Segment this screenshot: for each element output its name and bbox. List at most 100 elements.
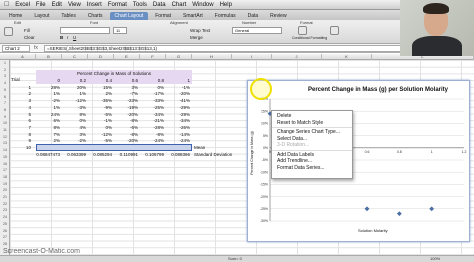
row-number[interactable]: 25 [0, 222, 10, 226]
cursor-highlight [250, 78, 272, 100]
fx-icon[interactable]: fx [34, 45, 38, 51]
menu-item-edit[interactable]: Edit [52, 2, 62, 8]
styles-icon[interactable] [330, 26, 339, 35]
row-number[interactable]: 27 [0, 235, 10, 239]
sum-readout: Sum= 0 [228, 256, 242, 261]
presenter-body [412, 36, 462, 56]
x-tick-label: 0.6 [365, 150, 370, 154]
mean-label[interactable]: Mean [194, 144, 205, 151]
conditional-formatting-label[interactable]: Conditional Formatting [292, 36, 327, 40]
row-number[interactable]: 26 [0, 229, 10, 233]
clear-button[interactable]: Clear [24, 35, 35, 40]
apple-menu-icon[interactable]:  [4, 1, 9, 8]
row-number[interactable]: 6 [0, 95, 10, 99]
bold-icon[interactable]: B [60, 35, 63, 40]
std-cell[interactable]: 0.063399 [62, 151, 86, 158]
row-headers: 1 2 3 4 5 6 7 8 9 10 11 12 13 14 15 16 17 18 19 20 21 22 23 24 2… [0, 60, 10, 256]
row-number[interactable]: 8 [0, 108, 10, 112]
tab-tables[interactable]: Tables [56, 12, 80, 20]
std-cell[interactable]: 0.088366 [166, 151, 190, 158]
zoom-level[interactable]: 100% [430, 256, 440, 261]
row-number[interactable]: 3 [0, 74, 10, 78]
row-number[interactable]: 13 [0, 141, 10, 145]
chart-title[interactable]: Percent Change in Mass (g) per Solution … [288, 87, 468, 93]
tab-formulas[interactable]: Formulas [210, 12, 241, 20]
menu-item-file[interactable]: File [36, 2, 46, 8]
row-number[interactable]: 11 [0, 128, 10, 132]
row-number[interactable]: 7 [0, 101, 10, 105]
font-size-select[interactable]: 11 [113, 27, 127, 34]
std-label[interactable]: Standard Deviation [194, 151, 232, 158]
group-label-number: Number [242, 20, 257, 25]
y-axis-title[interactable]: Percent Change in Mass (g) [250, 131, 254, 175]
menu-item-window[interactable]: Window [192, 2, 213, 8]
table-title[interactable]: Percent Change in Mass of Solutions [36, 70, 192, 77]
row-number[interactable]: 22 [0, 202, 10, 206]
y-tick-label: -30% [260, 219, 268, 223]
menu-item-insert[interactable]: Insert [87, 2, 102, 8]
conditional-formatting-icon[interactable] [298, 26, 307, 35]
trial-label[interactable]: Trial [11, 77, 20, 82]
row-number[interactable]: 12 [0, 135, 10, 139]
paste-icon[interactable] [4, 27, 13, 36]
y-tick-label: 15% [261, 109, 268, 113]
std-cell[interactable]: 0.085294 [88, 151, 112, 158]
menu-item-excel[interactable]: Excel [15, 2, 30, 8]
context-menu-item[interactable]: Format Data Series... [272, 165, 352, 172]
selection-outline [36, 144, 192, 151]
row-number[interactable]: 14 [0, 148, 10, 152]
row-number[interactable]: 2 [0, 68, 10, 72]
x-axis-title[interactable]: Solution Molarity [358, 228, 388, 233]
std-cell[interactable]: 0.110991 [114, 151, 138, 158]
data-point [396, 211, 402, 217]
y-tick-label: -15% [260, 183, 268, 187]
row-number[interactable]: 21 [0, 195, 10, 199]
row-number[interactable]: 5 [0, 88, 10, 92]
row-number[interactable]: 18 [0, 175, 10, 179]
x-tick-label: 0.8 [397, 150, 402, 154]
menu-item-data[interactable]: Data [153, 2, 166, 8]
tab-layout[interactable]: Layout [29, 12, 54, 20]
italic-icon[interactable]: I [67, 35, 68, 40]
row-number[interactable]: 24 [0, 215, 10, 219]
row-number[interactable]: 23 [0, 208, 10, 212]
y-tick-label: 0% [263, 146, 268, 150]
row-number[interactable]: 9 [0, 115, 10, 119]
name-box[interactable]: Chart 2 [2, 45, 30, 52]
font-name-select[interactable] [60, 27, 110, 34]
trial-number-cell[interactable]: 10 [11, 144, 31, 151]
merge-button[interactable]: Merge [190, 35, 203, 40]
row-number[interactable]: 28 [0, 242, 10, 246]
tab-data[interactable]: Data [243, 12, 264, 20]
tab-charts[interactable]: Charts [83, 12, 108, 20]
x-tick-label: 1.2 [462, 150, 467, 154]
tab-review[interactable]: Review [265, 12, 291, 20]
wrap-text-button[interactable]: Wrap Text [190, 28, 210, 33]
tab-format[interactable]: Format [150, 12, 176, 20]
row-number[interactable]: 17 [0, 168, 10, 172]
tab-chart-layout[interactable]: Chart Layout [109, 12, 149, 20]
fill-button[interactable]: Fill [24, 28, 30, 33]
x-tick-label: 1 [431, 150, 433, 154]
std-cell[interactable]: 0.08847473 [36, 151, 60, 158]
row-number[interactable]: 16 [0, 162, 10, 166]
underline-icon[interactable]: U [73, 35, 76, 40]
row-number[interactable]: 20 [0, 188, 10, 192]
menu-item-help[interactable]: Help [220, 2, 232, 8]
menu-item-tools[interactable]: Tools [133, 2, 147, 8]
menu-item-format[interactable]: Format [108, 2, 127, 8]
context-menu-item[interactable]: Reset to Match Style [272, 120, 352, 127]
menu-item-chart[interactable]: Chart [172, 2, 187, 8]
row-number[interactable]: 4 [0, 81, 10, 85]
tab-home[interactable]: Home [4, 12, 27, 20]
row-number[interactable]: 1 [0, 61, 10, 65]
row-number[interactable]: 15 [0, 155, 10, 159]
row-number[interactable]: 19 [0, 182, 10, 186]
row-number[interactable]: 10 [0, 121, 10, 125]
menu-item-view[interactable]: View [68, 2, 81, 8]
number-format-select[interactable]: General [232, 27, 282, 34]
menu-separator [272, 149, 352, 151]
std-cell[interactable]: 0.106799 [140, 151, 164, 158]
tab-smartart[interactable]: SmartArt [178, 12, 208, 20]
menu-separator [272, 127, 352, 128]
